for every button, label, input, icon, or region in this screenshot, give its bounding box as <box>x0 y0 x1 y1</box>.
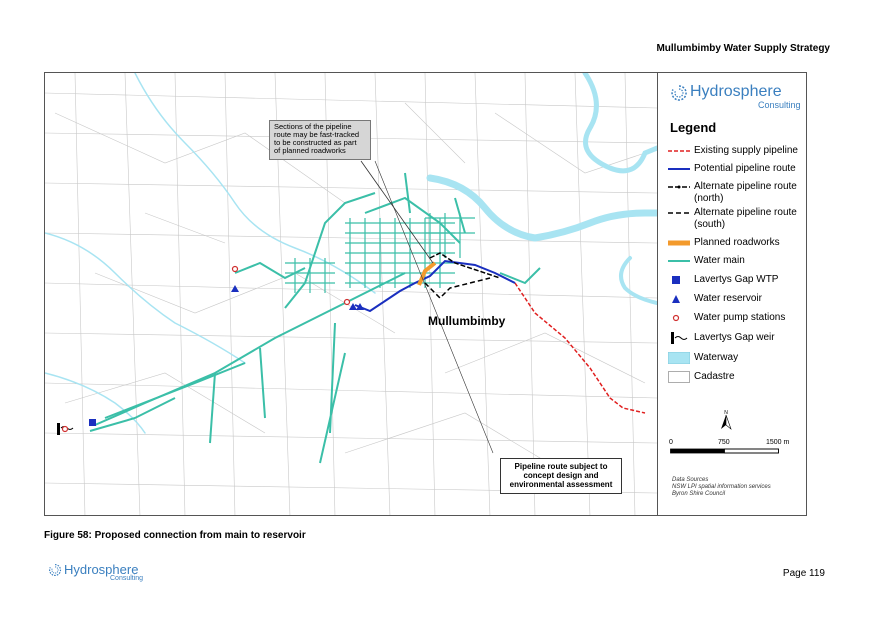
note-line: environmental assessment <box>509 480 613 489</box>
water-pump-station <box>61 425 69 433</box>
footer-logo-sub: Consulting <box>110 575 144 582</box>
logo-name: Hydrosphere <box>690 83 782 100</box>
map-figure: Sections of the pipeline route may be fa… <box>44 72 807 516</box>
legend-label: Alternate pipeline route (south) <box>694 207 797 230</box>
legend-label: Waterway <box>694 352 739 363</box>
legend-heading: Legend <box>670 120 717 135</box>
page-number: Page 119 <box>782 568 825 579</box>
dashed-line-icon <box>668 212 690 214</box>
dash-dot-line-icon <box>668 185 690 189</box>
callout-leader <box>360 160 434 264</box>
pipeline-callout: Sections of the pipeline route may be fa… <box>269 120 371 160</box>
waterway <box>619 256 657 305</box>
legend-label: Potential pipeline route <box>694 163 796 174</box>
water-reservoir <box>231 285 239 292</box>
figure-caption: Figure 58: Proposed connection from main… <box>44 530 306 541</box>
urban-grid-lines <box>425 213 475 258</box>
footer-logo: Hydrosphere Consulting <box>48 562 158 584</box>
existing-supply-pipeline <box>514 282 646 414</box>
swirl-icon <box>49 563 61 577</box>
water-pump-station <box>343 298 351 306</box>
urban-grid-lines <box>285 258 335 293</box>
data-sources-title: Data Sources <box>672 477 709 483</box>
waterway <box>134 73 376 294</box>
scale-bar <box>670 448 779 454</box>
data-sources-line: Byron Shire Council <box>672 491 726 497</box>
thick-line-icon <box>668 240 690 246</box>
scale-label: 1500 m <box>766 439 790 446</box>
pipeline-note: Pipeline route subject to concept design… <box>500 458 622 494</box>
legend-label: Water main <box>694 255 745 266</box>
water-pump-station <box>231 265 239 273</box>
data-sources-line: NSW LPI spatial information services <box>672 484 771 490</box>
alternate-route-south <box>424 277 491 300</box>
note-line: concept design and <box>523 471 599 480</box>
scale-label: 0 <box>669 439 673 446</box>
water-main <box>104 362 246 419</box>
filled-box-icon <box>668 352 690 364</box>
data-sources: Data Sources NSW LPI spatial information… <box>672 477 771 498</box>
triangle-icon <box>672 295 680 303</box>
solid-line-icon <box>668 260 690 262</box>
weir-icon <box>671 332 688 344</box>
circle-icon <box>672 314 680 322</box>
legend-label: Planned roadworks <box>694 237 780 248</box>
legend-label: Alternate pipeline route (north) <box>694 181 797 204</box>
water-main <box>209 322 346 464</box>
legend-label: Cadastre <box>694 371 735 382</box>
urban-grid <box>285 213 475 293</box>
outline-box-icon <box>668 371 690 383</box>
solid-line-icon <box>668 168 690 170</box>
swirl-icon <box>671 85 687 101</box>
callout-leader <box>374 160 494 454</box>
hydrosphere-logo: Hydrosphere Consulting <box>670 83 801 110</box>
water-reservoir <box>349 303 357 310</box>
legend-label: Lavertys Gap weir <box>694 332 775 343</box>
dashed-line-icon <box>668 150 690 152</box>
lavertys-gap-wtp <box>89 419 96 426</box>
scale-label: 750 <box>718 439 730 446</box>
water-main <box>94 272 406 426</box>
waterway <box>582 73 657 174</box>
callout-line: of planned roadworks <box>274 146 346 155</box>
header-title: Mullumbimby Water Supply Strategy <box>656 43 830 54</box>
waterway <box>45 232 246 364</box>
legend-label: Lavertys Gap WTP <box>694 274 779 285</box>
place-label-mullumbimby: Mullumbimby <box>428 314 506 328</box>
legend-panel: Hydrosphere Consulting Legend Existing s… <box>657 73 806 515</box>
legend-label: Water reservoir <box>694 293 762 304</box>
legend-label: Water pump stations <box>694 312 786 323</box>
legend-label: Existing supply pipeline <box>694 145 798 156</box>
water-main <box>499 267 541 285</box>
logo-sub: Consulting <box>758 100 801 110</box>
square-icon <box>672 276 680 284</box>
north-arrow-icon: N <box>721 410 732 430</box>
note-line: Pipeline route subject to <box>514 462 608 471</box>
water-main <box>89 397 176 432</box>
